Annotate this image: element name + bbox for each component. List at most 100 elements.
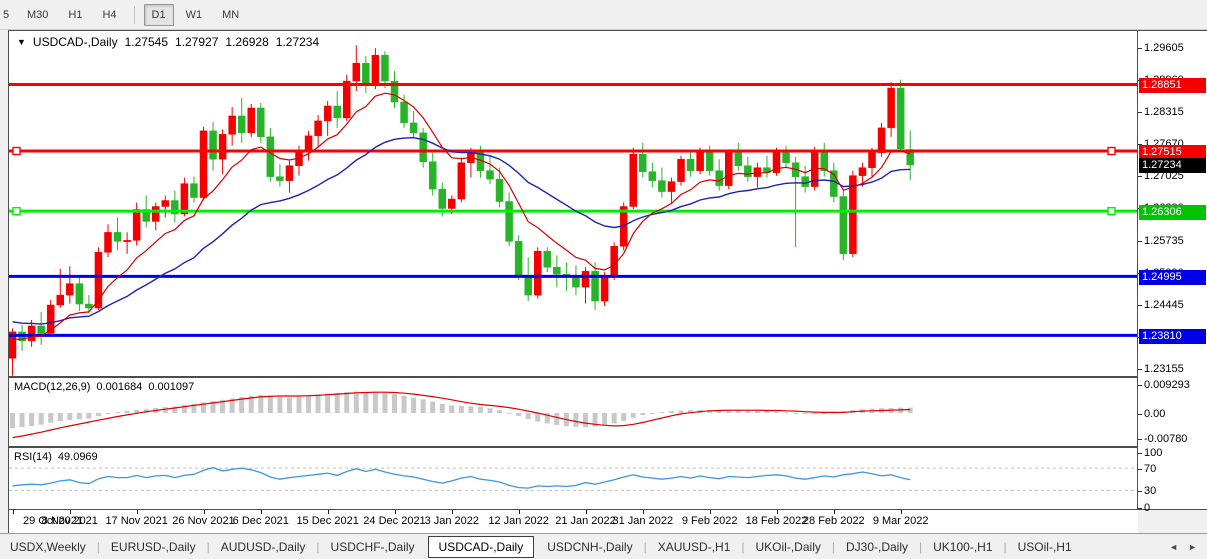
chart-ohlc-title: ▼ USDCAD-,Daily 1.27545 1.27927 1.26928 … <box>17 35 319 49</box>
chart-tab-ukoil[interactable]: UKOil-,Daily <box>746 536 831 558</box>
chart-tab-dj30[interactable]: DJ30-,Daily <box>836 536 918 558</box>
chart-tab-usdx[interactable]: USDX,Weekly <box>0 536 96 558</box>
macd-histogram-bar <box>631 413 636 418</box>
macd-histogram-bar <box>382 393 387 413</box>
candle-body <box>888 88 895 128</box>
rsi-tick-mark <box>1138 453 1142 454</box>
price-tick-mark <box>1138 176 1142 177</box>
chart-tab-usoil[interactable]: USOil-,H1 <box>1008 536 1082 558</box>
candle-body <box>725 153 732 186</box>
macd-histogram-bar <box>640 413 645 415</box>
date-axis[interactable]: 29 Oct 20218 Nov 202117 Nov 202126 Nov 2… <box>8 510 1138 533</box>
candle-down <box>592 262 599 310</box>
chart-tab-xauusd[interactable]: XAUUSD-,H1 <box>648 536 741 558</box>
candle-body <box>124 240 131 241</box>
rsi-value: 49.0969 <box>58 451 98 463</box>
macd-histogram-bar <box>516 413 521 416</box>
candle-body <box>448 199 455 208</box>
macd-indicator-panel[interactable]: MACD(12,26,9) 0.001684 0.001097 <box>8 377 1138 447</box>
price-tick-label: 1.23155 <box>1144 363 1184 375</box>
line-drag-handle[interactable] <box>13 208 20 215</box>
tab-scroll-left-icon[interactable]: ◄ <box>1169 542 1178 552</box>
chart-tab-audusd[interactable]: AUDUSD-,Daily <box>211 536 316 558</box>
chart-tab-eurusd[interactable]: EURUSD-,Daily <box>101 536 206 558</box>
candle-down <box>381 51 388 88</box>
candle-body <box>105 232 112 252</box>
macd-histogram-bar <box>908 408 913 413</box>
candle-down <box>735 143 742 171</box>
candle-up <box>286 161 293 193</box>
timeframe-button-d1[interactable]: D1 <box>144 4 174 26</box>
candle-down <box>19 325 26 351</box>
chart-tab-uk100[interactable]: UK100-,H1 <box>923 536 1002 558</box>
candle-down <box>238 98 245 143</box>
candle-body <box>515 241 522 275</box>
candle-body <box>897 88 904 149</box>
macd-histogram-bar <box>29 413 34 426</box>
line-drag-handle[interactable] <box>13 148 20 155</box>
candle-body <box>534 251 541 295</box>
macd-histogram-bar <box>430 402 435 413</box>
timeframe-button-mn[interactable]: MN <box>214 4 247 26</box>
timeframe-button-h1[interactable]: H1 <box>60 4 90 26</box>
candle-body <box>658 181 665 192</box>
candle-down <box>802 166 809 193</box>
price-tick-label: 1.28315 <box>1144 106 1184 118</box>
macd-histogram-bar <box>621 413 626 421</box>
chart-tab-usdchf[interactable]: USDCHF-,Daily <box>321 536 425 558</box>
main-chart-panel[interactable]: ▼ USDCAD-,Daily 1.27545 1.27927 1.26928 … <box>8 30 1138 377</box>
candle-down <box>429 153 436 196</box>
timeframe-button-5[interactable]: 5 <box>2 4 15 26</box>
symbol-dropdown-icon[interactable]: ▼ <box>17 37 26 47</box>
candle-body <box>506 202 513 242</box>
candle-up <box>458 158 465 203</box>
price-tick-mark <box>1138 48 1142 49</box>
candle-down <box>85 295 92 313</box>
rsi-indicator-panel[interactable]: RSI(14) 49.0969 <box>8 447 1138 510</box>
tab-scroll-right-icon[interactable]: ► <box>1188 542 1197 552</box>
price-tick-label: 1.25735 <box>1144 235 1184 247</box>
macd-histogram-bar <box>77 413 82 419</box>
timeframe-button-m30[interactable]: M30 <box>19 4 56 26</box>
chart-tab-usdcad[interactable]: USDCAD-,Daily <box>428 536 535 558</box>
macd-histogram-bar <box>86 413 91 419</box>
candle-down <box>420 128 427 168</box>
candle-body <box>525 275 532 295</box>
candle-up <box>888 82 895 137</box>
date-tick-mark <box>834 510 835 514</box>
candle-body <box>582 271 589 287</box>
timeframe-button-w1[interactable]: W1 <box>178 4 211 26</box>
candle-up <box>162 196 169 218</box>
candle-body <box>200 131 207 198</box>
macd-histogram-bar <box>468 406 473 413</box>
macd-histogram-bar <box>507 413 512 414</box>
macd-histogram-bar <box>478 407 483 413</box>
candle-body <box>678 159 685 181</box>
candle-up <box>315 115 322 147</box>
candle-up <box>668 178 675 203</box>
candle-body <box>76 284 83 304</box>
price-axis[interactable]: 1.296051.289601.283151.276701.270251.263… <box>1138 30 1207 510</box>
candle-body <box>181 184 188 214</box>
price-tick-mark <box>1138 112 1142 113</box>
line-drag-handle[interactable] <box>1108 148 1115 155</box>
candle-down <box>515 235 522 280</box>
macd-histogram-bar <box>803 413 808 414</box>
macd-histogram-bar <box>297 397 302 413</box>
macd-histogram-bar <box>39 413 44 425</box>
ohlc-high-value: 1.27927 <box>175 35 218 49</box>
line-drag-handle[interactable] <box>1108 208 1115 215</box>
rsi-tick-label: 0 <box>1144 502 1150 514</box>
candle-down <box>334 91 341 128</box>
rsi-chart <box>9 448 1137 509</box>
timeframe-button-h4[interactable]: H4 <box>94 4 124 26</box>
chart-symbol-label: USDCAD-,Daily <box>33 35 118 49</box>
candle-down <box>553 255 560 287</box>
candle-body <box>47 305 54 333</box>
candle-up <box>152 203 159 231</box>
candle-down <box>907 131 914 181</box>
macd-tick-label: -0.00780 <box>1144 433 1187 445</box>
price-badge: 1.26306 <box>1139 205 1206 220</box>
candle-up <box>229 107 236 146</box>
chart-tab-usdcnh[interactable]: USDCNH-,Daily <box>537 536 642 558</box>
